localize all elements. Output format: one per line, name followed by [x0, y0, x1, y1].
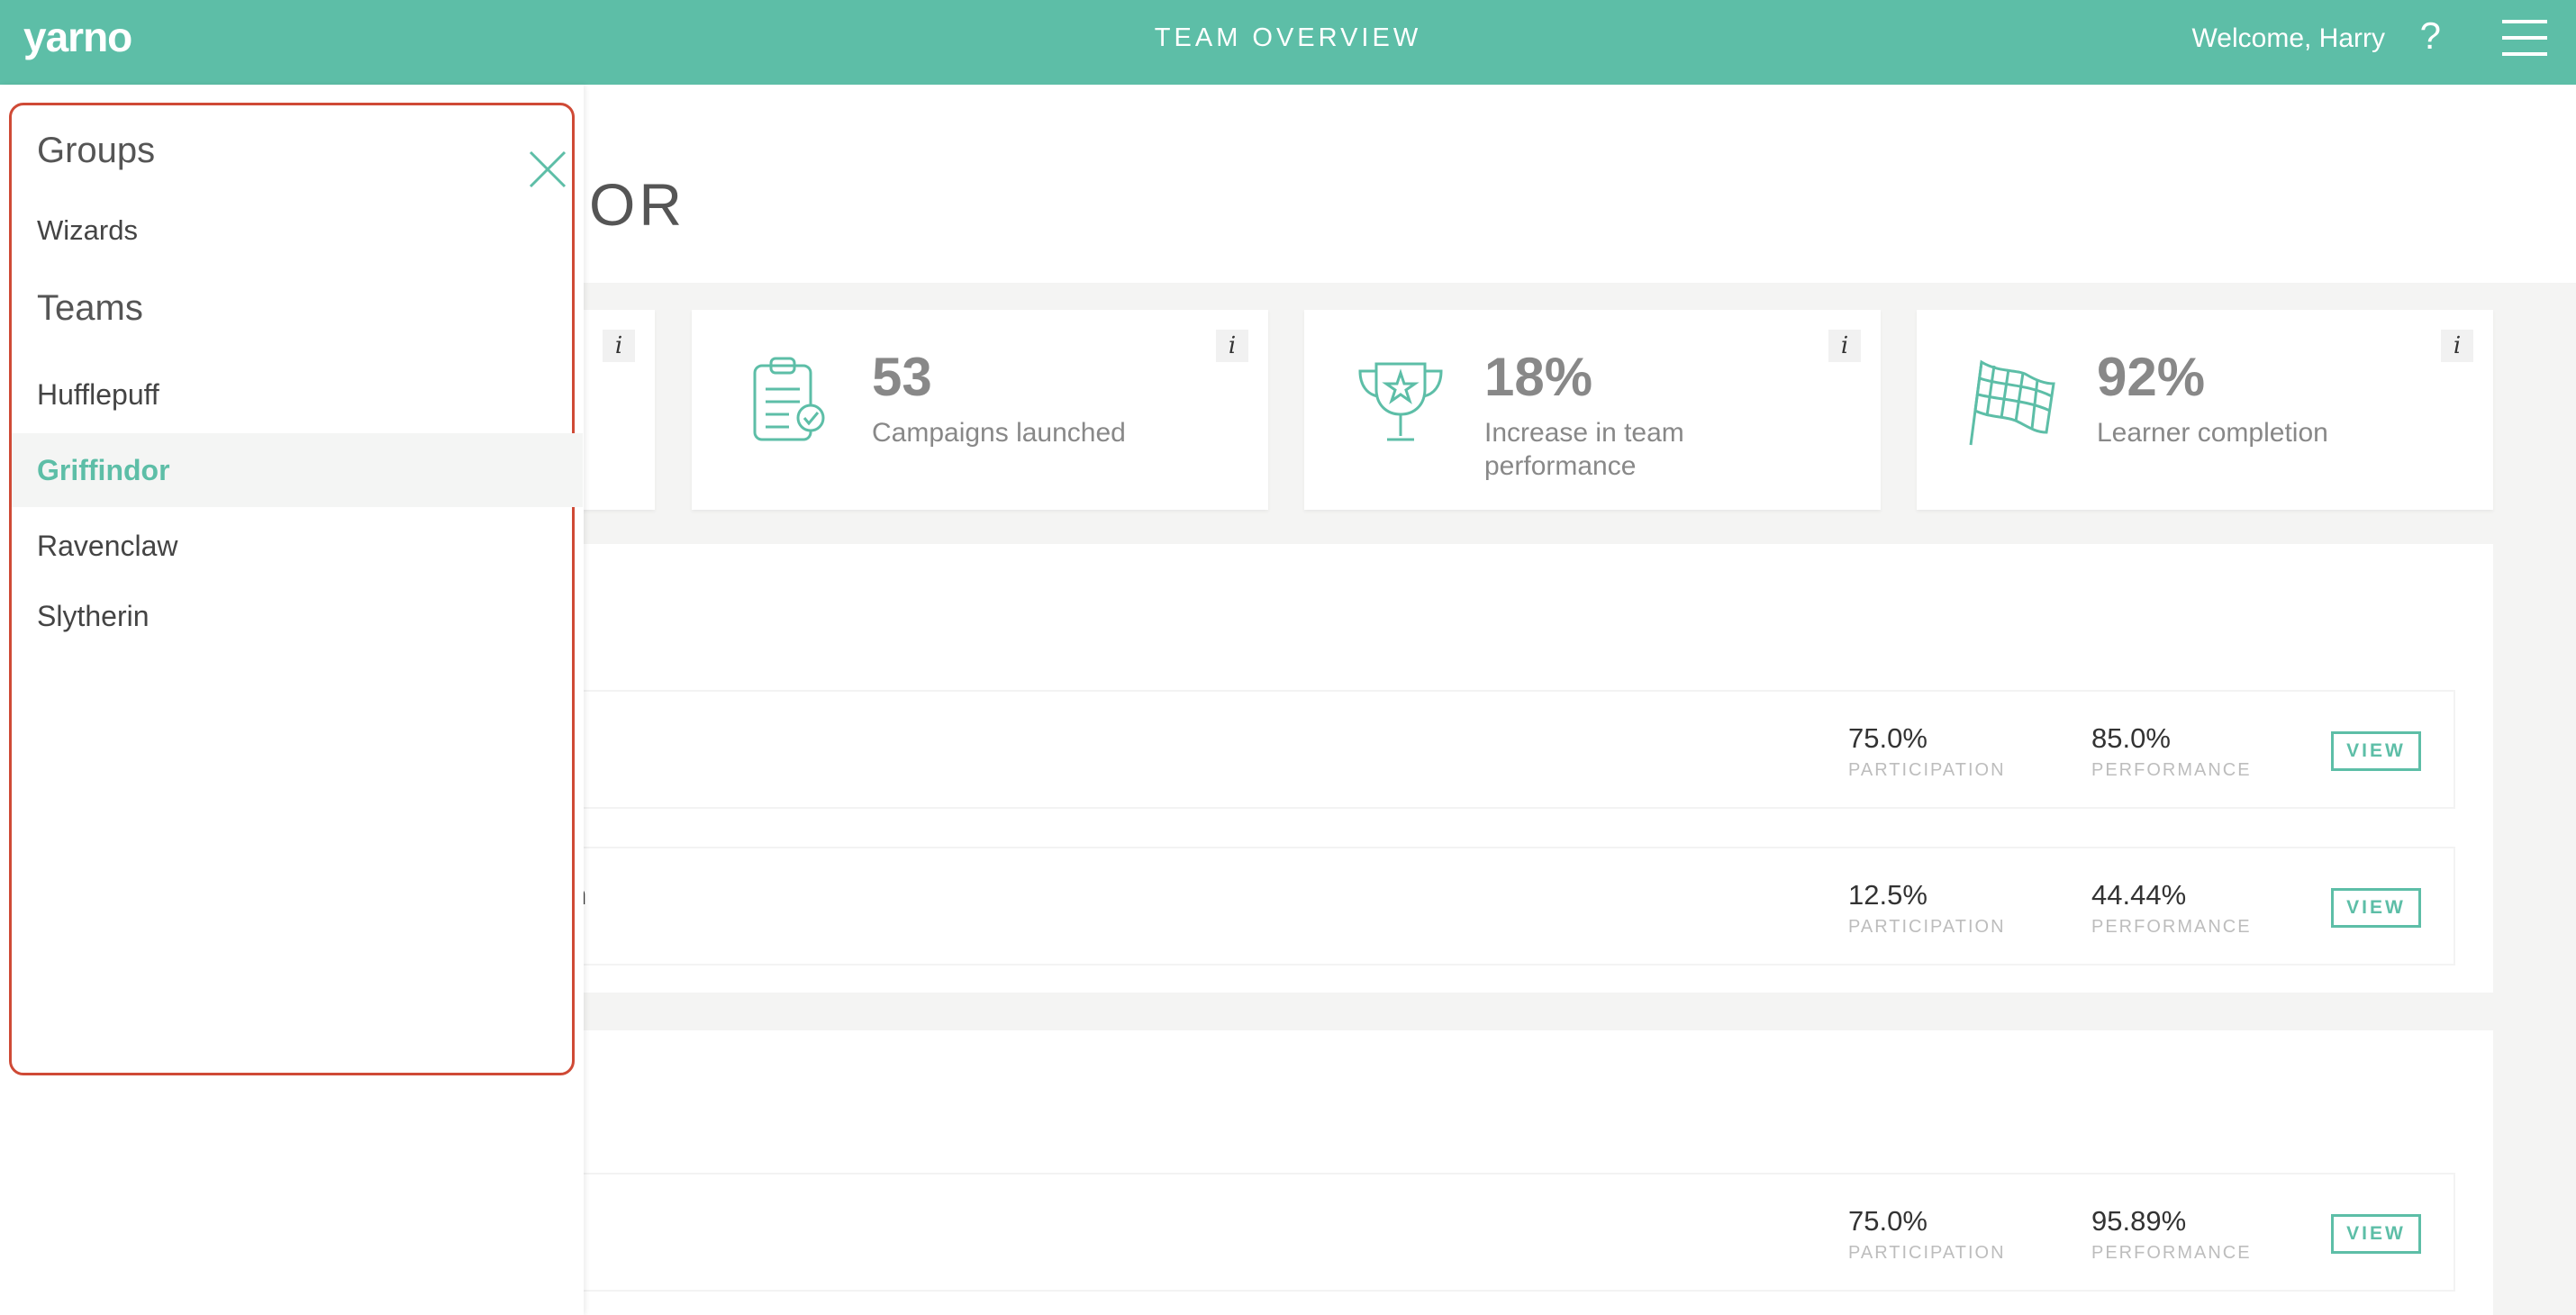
- stat-value: 92%: [2097, 347, 2206, 407]
- close-icon[interactable]: [527, 149, 568, 190]
- info-icon[interactable]: i: [1216, 330, 1248, 362]
- sidebar-highlight-frame: Groups Wizards Teams Hufflepuff Griffind…: [9, 103, 583, 1075]
- top-bar: yarno TEAM OVERVIEW Welcome, Harry ?: [0, 0, 2576, 85]
- stat-value: 53: [872, 347, 932, 407]
- help-icon[interactable]: ?: [2420, 14, 2441, 58]
- stat-label: Learner completion: [2097, 418, 2328, 448]
- performance-label: PERFORMANCE: [2091, 1243, 2252, 1263]
- sidebar-item-griffindor[interactable]: Griffindor: [12, 433, 583, 507]
- view-button[interactable]: VIEW: [2331, 1214, 2421, 1254]
- stat-value: 18%: [1484, 347, 1593, 407]
- stat-card-completion: 92% Learner completion i: [1917, 310, 2493, 510]
- participation-metric: 75.0% PARTICIPATION: [1848, 722, 2006, 781]
- performance-label: PERFORMANCE: [2091, 760, 2252, 780]
- view-button[interactable]: VIEW: [2331, 888, 2421, 928]
- info-icon[interactable]: i: [2441, 330, 2473, 362]
- clipboard-check-icon: [753, 357, 825, 441]
- sidebar-item-ravenclaw[interactable]: Ravenclaw: [12, 509, 583, 583]
- trophy-icon: [1358, 362, 1443, 441]
- view-button[interactable]: VIEW: [2331, 731, 2421, 771]
- stat-card-campaigns: 53 Campaigns launched i: [692, 310, 1268, 510]
- participation-value: 12.5%: [1848, 879, 1927, 911]
- groups-heading: Groups: [37, 131, 156, 170]
- info-icon[interactable]: i: [603, 330, 635, 362]
- groups-sidebar: Groups Wizards Teams Hufflepuff Griffind…: [0, 85, 584, 1315]
- participation-metric: 75.0% PARTICIPATION: [1848, 1205, 2006, 1264]
- participation-value: 75.0%: [1848, 1205, 1927, 1237]
- participation-value: 75.0%: [1848, 722, 1927, 754]
- participation-label: PARTICIPATION: [1848, 1243, 2006, 1263]
- page-heading: TEAM OVERVIEW: [1154, 23, 1422, 52]
- participation-label: PARTICIPATION: [1848, 917, 2006, 937]
- performance-value: 95.89%: [2091, 1205, 2187, 1237]
- sidebar-item-slytherin[interactable]: Slytherin: [12, 579, 583, 653]
- stat-label: Increase in team performance: [1484, 418, 1684, 481]
- performance-metric: 95.89% PERFORMANCE: [2091, 1205, 2252, 1264]
- participation-metric: 12.5% PARTICIPATION: [1848, 879, 2006, 938]
- team-title: OR: [589, 171, 685, 238]
- welcome-text: Welcome, Harry: [2191, 23, 2385, 53]
- performance-metric: 44.44% PERFORMANCE: [2091, 879, 2252, 938]
- sidebar-item-wizards[interactable]: Wizards: [12, 194, 583, 268]
- sidebar-item-hufflepuff[interactable]: Hufflepuff: [12, 358, 583, 431]
- performance-value: 85.0%: [2091, 722, 2171, 754]
- teams-heading: Teams: [37, 288, 143, 328]
- performance-metric: 85.0% PERFORMANCE: [2091, 722, 2252, 781]
- performance-label: PERFORMANCE: [2091, 917, 2252, 937]
- participation-label: PARTICIPATION: [1848, 760, 2006, 780]
- checkered-flag-icon: [1969, 359, 2055, 446]
- stat-label: Campaigns launched: [872, 418, 1126, 448]
- stat-card-performance: 18% Increase in team performance i: [1304, 310, 1881, 510]
- performance-value: 44.44%: [2091, 879, 2187, 911]
- info-icon[interactable]: i: [1828, 330, 1861, 362]
- hamburger-menu-icon[interactable]: [2502, 20, 2547, 56]
